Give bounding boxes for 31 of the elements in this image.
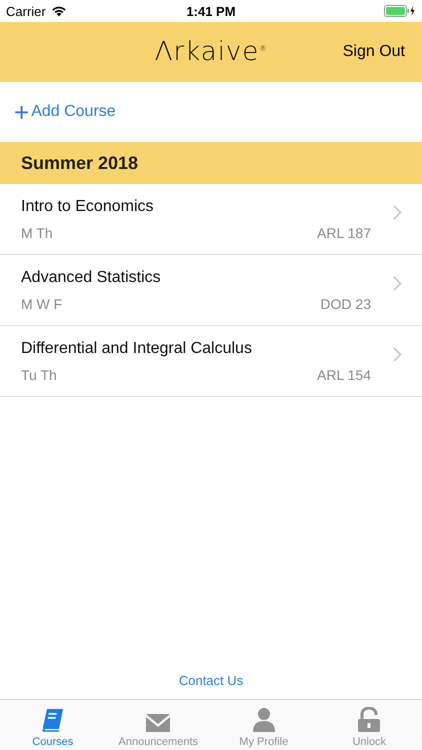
tab[interactable]: Announcements (106, 700, 211, 750)
chevron-icon (393, 204, 402, 220)
tab[interactable]: Unlock (316, 700, 422, 750)
course-days: M W F (21, 296, 62, 312)
carrier-label: Carrier (6, 4, 46, 18)
chevron-icon (393, 276, 402, 290)
course-room: ARL 154 (317, 366, 371, 382)
tab[interactable]: Courses (0, 700, 106, 750)
chevron-icon (393, 346, 402, 362)
wifi-icon (50, 5, 67, 17)
sign-out-button[interactable]: Sign Out (342, 39, 405, 65)
unlocked-padlock-icon (357, 707, 382, 733)
course-days: Tu Th (21, 366, 57, 382)
course-row[interactable]: Intro to Economics M Th ARL 187 (0, 184, 422, 255)
course-days: M Th (21, 224, 53, 240)
battery-icon (384, 5, 416, 17)
contact-us-link[interactable]: Contact Us (178, 673, 244, 688)
course-row[interactable]: Advanced Statistics M W F DOD 23 (0, 255, 422, 326)
logo: Λrkaive$^{®}$ (154, 37, 268, 67)
course-row[interactable]: Differential and Integral Calculus Tu Th ARL 154 (0, 326, 422, 397)
book-icon (40, 707, 66, 733)
clock-time: 1:41 PM (186, 4, 236, 18)
section-title: Summer 2018 (21, 152, 138, 174)
person-icon (252, 707, 276, 733)
envelope-icon (145, 713, 172, 733)
course-name: Differential and Integral Calculus (21, 340, 253, 358)
course-room: ARL 187 (317, 224, 371, 240)
course-room: DOD 23 (320, 296, 371, 312)
tab[interactable]: My Profile (211, 700, 316, 750)
course-name: Intro to Economics (21, 198, 154, 216)
course-name: Advanced Statistics (21, 268, 162, 286)
